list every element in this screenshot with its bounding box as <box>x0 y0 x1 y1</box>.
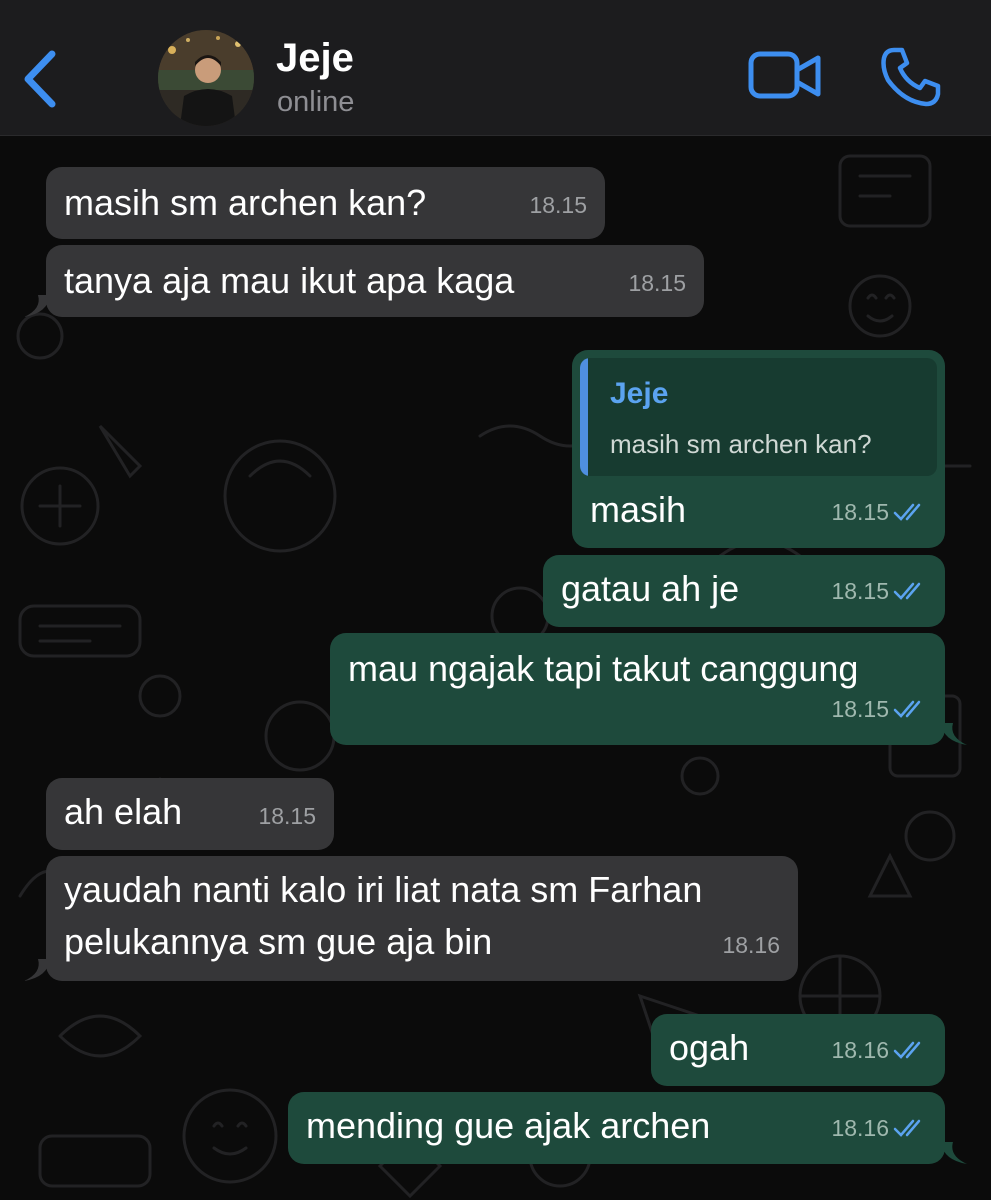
message-time: 18.16 <box>831 1102 927 1154</box>
reply-text: masih sm archen kan? <box>610 429 872 459</box>
chat-header: Jeje online <box>0 0 991 136</box>
outgoing-message[interactable]: ogah 18.16 <box>651 1014 945 1086</box>
video-call-button[interactable] <box>748 48 822 104</box>
double-check-icon <box>893 503 921 521</box>
video-camera-icon <box>748 51 821 99</box>
message-text: tanya aja mau ikut apa kaga <box>64 260 515 301</box>
double-check-icon <box>893 1041 921 1059</box>
message-time: 18.16 <box>831 1024 927 1076</box>
message-text: mending gue ajak archen <box>306 1105 711 1146</box>
back-button[interactable] <box>18 42 68 112</box>
message-text: mau ngajak tapi takut canggung <box>348 648 859 689</box>
incoming-message[interactable]: masih sm archen kan? 18.15 <box>46 167 605 239</box>
quoted-reply[interactable]: Jeje masih sm archen kan? <box>580 358 937 476</box>
bubble-tail <box>24 959 50 981</box>
voice-call-button[interactable] <box>880 46 942 108</box>
bubble-tail <box>24 295 50 317</box>
incoming-message[interactable]: tanya aja mau ikut apa kaga 18.15 <box>46 245 704 317</box>
message-text-line-1: yaudah nanti kalo iri liat nata sm Farha… <box>64 869 703 910</box>
message-time: 18.15 <box>831 683 927 735</box>
message-text: ah elah <box>64 791 183 832</box>
contact-photo <box>158 30 254 126</box>
message-text: gatau ah je <box>561 568 740 609</box>
message-time: 18.15 <box>831 565 927 617</box>
message-text: masih <box>590 489 687 530</box>
bubble-tail <box>941 723 967 745</box>
message-list[interactable]: masih sm archen kan? 18.15 tanya aja mau… <box>0 136 991 1200</box>
contact-status: online <box>277 86 355 118</box>
double-check-icon <box>893 1119 921 1137</box>
reply-sender: Jeje <box>610 377 669 410</box>
chevron-left-icon <box>24 50 56 108</box>
outgoing-message[interactable]: mau ngajak tapi takut canggung 18.15 <box>330 633 945 745</box>
reply-accent-bar <box>580 358 588 476</box>
message-time: 18.15 <box>258 803 316 829</box>
avatar[interactable] <box>158 30 254 126</box>
phone-icon <box>881 47 941 107</box>
message-time: 18.15 <box>529 192 587 218</box>
message-time: 18.15 <box>628 270 686 296</box>
message-text-line-2: pelukannya sm gue aja bin <box>64 921 493 962</box>
message-time: 18.16 <box>722 932 780 958</box>
outgoing-message[interactable]: mending gue ajak archen 18.16 <box>288 1092 945 1164</box>
outgoing-message[interactable]: gatau ah je 18.15 <box>543 555 945 627</box>
outgoing-message[interactable]: Jeje masih sm archen kan? masih 18.15 <box>572 350 945 548</box>
double-check-icon <box>893 582 921 600</box>
message-time: 18.15 <box>831 486 927 538</box>
contact-name[interactable]: Jeje <box>276 36 354 81</box>
message-text: ogah <box>669 1027 750 1068</box>
incoming-message[interactable]: yaudah nanti kalo iri liat nata sm Farha… <box>46 856 798 981</box>
incoming-message[interactable]: ah elah 18.15 <box>46 778 334 850</box>
bubble-tail <box>941 1142 967 1164</box>
message-text: masih sm archen kan? <box>64 182 427 223</box>
double-check-icon <box>893 700 921 718</box>
